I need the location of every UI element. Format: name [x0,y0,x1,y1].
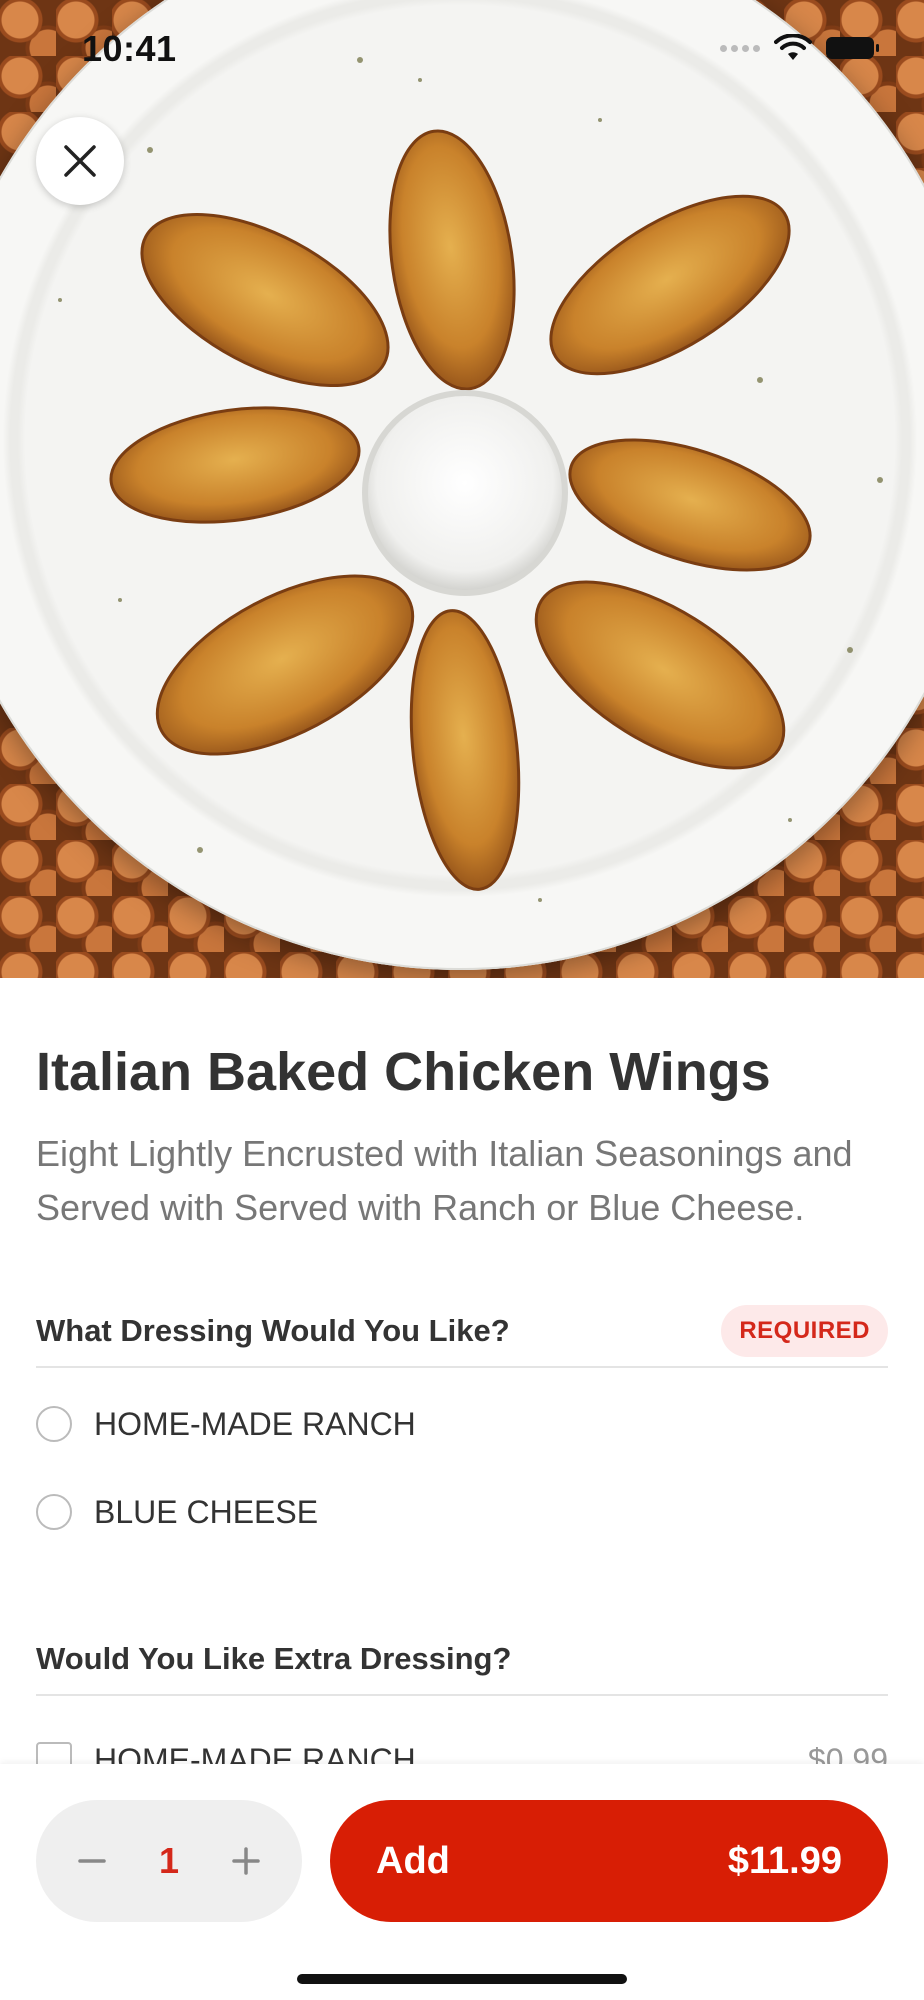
radio-button[interactable] [36,1494,72,1530]
add-button-label: Add [376,1839,450,1882]
dressing-section-header: What Dressing Would You Like? REQUIRED [36,1296,888,1368]
quantity-value: 1 [158,1840,180,1881]
dressing-section-title: What Dressing Would You Like? [36,1313,510,1348]
battery-icon [826,37,879,59]
close-icon [64,145,96,177]
close-button[interactable] [36,117,124,205]
wifi-icon [774,34,812,60]
status-bar: 10:41 [0,0,924,100]
add-button-price: $11.99 [727,1839,842,1882]
option-label: HOME-MADE RANCH [94,1405,416,1442]
minus-icon [78,1859,106,1863]
item-photo: 10:41 [0,0,924,978]
status-time: 10:41 [82,28,177,69]
increment-button[interactable] [226,1841,266,1881]
signal-icon [720,44,760,52]
wings-graphic [58,57,883,902]
dressing-section: What Dressing Would You Like? REQUIRED H… [36,1296,888,1556]
extra-section-header: Would You Like Extra Dressing? [36,1624,888,1696]
home-indicator [297,1974,627,1984]
item-title: Italian Baked Chicken Wings [36,1042,771,1102]
item-description: Eight Lightly Encrusted with Italian Sea… [36,1132,853,1228]
status-icons [720,34,879,62]
extra-section-title: Would You Like Extra Dressing? [36,1641,512,1676]
dressing-option-ranch[interactable]: HOME-MADE RANCH [36,1380,888,1468]
item-details: Italian Baked Chicken Wings Eight Lightl… [36,1040,888,1235]
required-badge: REQUIRED [721,1305,888,1357]
option-label: BLUE CHEESE [94,1493,319,1530]
dressing-option-blue-cheese[interactable]: BLUE CHEESE [36,1468,888,1556]
plus-icon [232,1847,260,1875]
quantity-stepper: 1 [36,1800,302,1922]
radio-button[interactable] [36,1406,72,1442]
add-to-cart-button[interactable]: Add $11.99 [330,1800,888,1922]
decrement-button[interactable] [72,1841,112,1881]
bottom-action-bar: 1 Add $11.99 [0,1764,924,2000]
